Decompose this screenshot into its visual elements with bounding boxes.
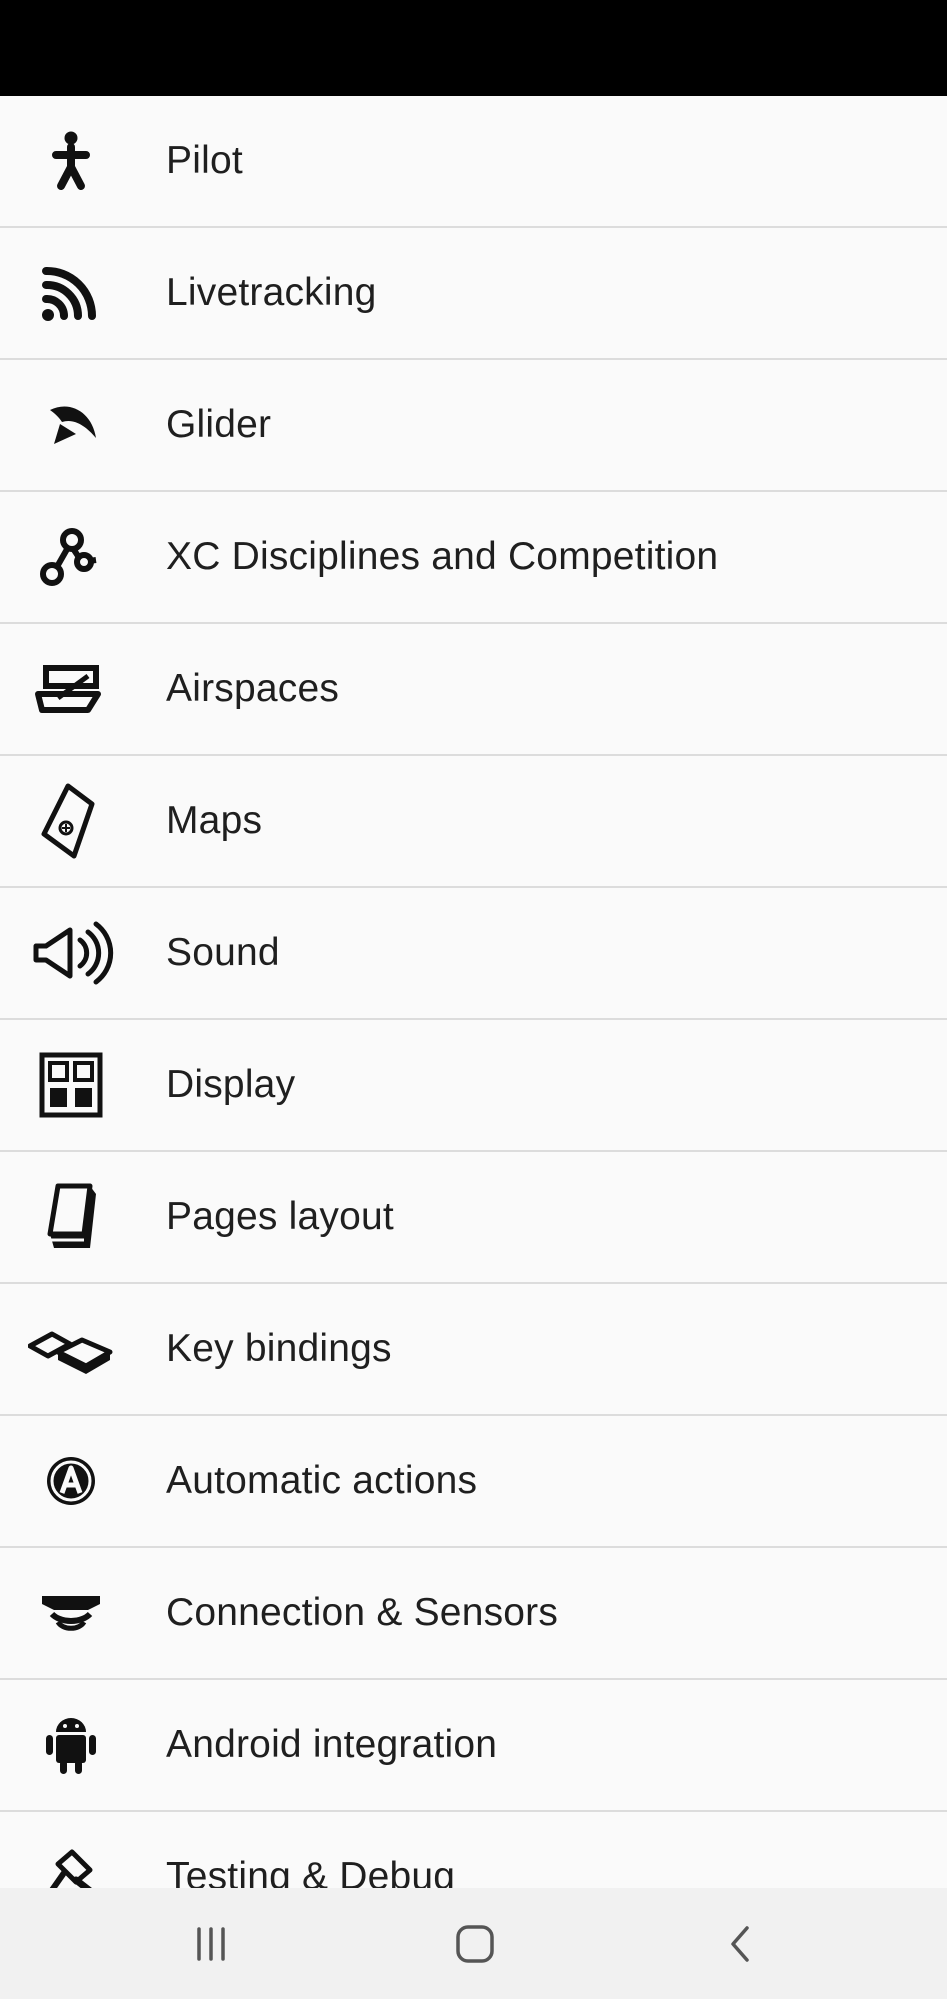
- menu-item-pages-layout[interactable]: Pages layout: [0, 1152, 947, 1284]
- menu-item-maps[interactable]: Maps: [0, 756, 947, 888]
- menu-item-label: Glider: [166, 403, 272, 446]
- menu-item-xc-disciplines[interactable]: XC Disciplines and Competition: [0, 492, 947, 624]
- menu-item-pilot[interactable]: Pilot: [0, 96, 947, 228]
- airspaces-icon: [28, 646, 114, 732]
- menu-item-key-bindings[interactable]: Key bindings: [0, 1284, 947, 1416]
- recent-apps-icon: [197, 1927, 225, 1961]
- menu-item-connection-sensors[interactable]: Connection & Sensors: [0, 1548, 947, 1680]
- menu-item-label: Sound: [166, 931, 280, 974]
- menu-item-label: Maps: [166, 799, 263, 842]
- livetracking-icon: [28, 250, 114, 336]
- display-icon: [28, 1042, 114, 1128]
- testing-debug-icon: [28, 1834, 114, 1888]
- menu-item-label: Android integration: [166, 1723, 498, 1766]
- home-icon: [456, 1925, 494, 1963]
- menu-item-android-integration[interactable]: Android integration: [0, 1680, 947, 1812]
- home-button[interactable]: [425, 1906, 525, 1982]
- menu-item-glider[interactable]: Glider: [0, 360, 947, 492]
- navigation-bar: [0, 1888, 947, 1999]
- status-bar: [0, 0, 947, 96]
- xc-competition-icon: [28, 514, 114, 600]
- menu-item-automatic-actions[interactable]: Automatic actions: [0, 1416, 947, 1548]
- connection-sensors-icon: [28, 1570, 114, 1656]
- menu-item-label: Connection & Sensors: [166, 1591, 559, 1634]
- key-bindings-icon: [28, 1306, 114, 1392]
- menu-item-airspaces[interactable]: Airspaces: [0, 624, 947, 756]
- sound-icon: [28, 910, 114, 996]
- menu-item-label: Display: [166, 1063, 296, 1106]
- menu-item-label: Pilot: [166, 139, 243, 182]
- menu-item-sound[interactable]: Sound: [0, 888, 947, 1020]
- maps-icon: [28, 778, 114, 864]
- pilot-icon: [28, 118, 114, 204]
- automatic-actions-icon: [28, 1438, 114, 1524]
- menu-item-label: Pages layout: [166, 1195, 394, 1238]
- back-icon: [731, 1926, 749, 1962]
- glider-icon: [28, 382, 114, 468]
- menu-item-label: Testing & Debug: [166, 1855, 456, 1888]
- menu-item-livetracking[interactable]: Livetracking: [0, 228, 947, 360]
- menu-item-label: Key bindings: [166, 1327, 392, 1370]
- menu-item-label: Airspaces: [166, 667, 340, 710]
- menu-item-display[interactable]: Display: [0, 1020, 947, 1152]
- settings-menu-list[interactable]: Pilot Livetracking Glider XC Disciplines…: [0, 96, 947, 1888]
- menu-item-testing-debug[interactable]: Testing & Debug: [0, 1812, 947, 1888]
- android-icon: [28, 1702, 114, 1788]
- menu-item-label: Livetracking: [166, 271, 377, 314]
- recent-apps-button[interactable]: [161, 1906, 261, 1982]
- menu-item-label: XC Disciplines and Competition: [166, 535, 719, 578]
- pages-layout-icon: [28, 1174, 114, 1260]
- menu-item-label: Automatic actions: [166, 1459, 478, 1502]
- back-button[interactable]: [690, 1906, 790, 1982]
